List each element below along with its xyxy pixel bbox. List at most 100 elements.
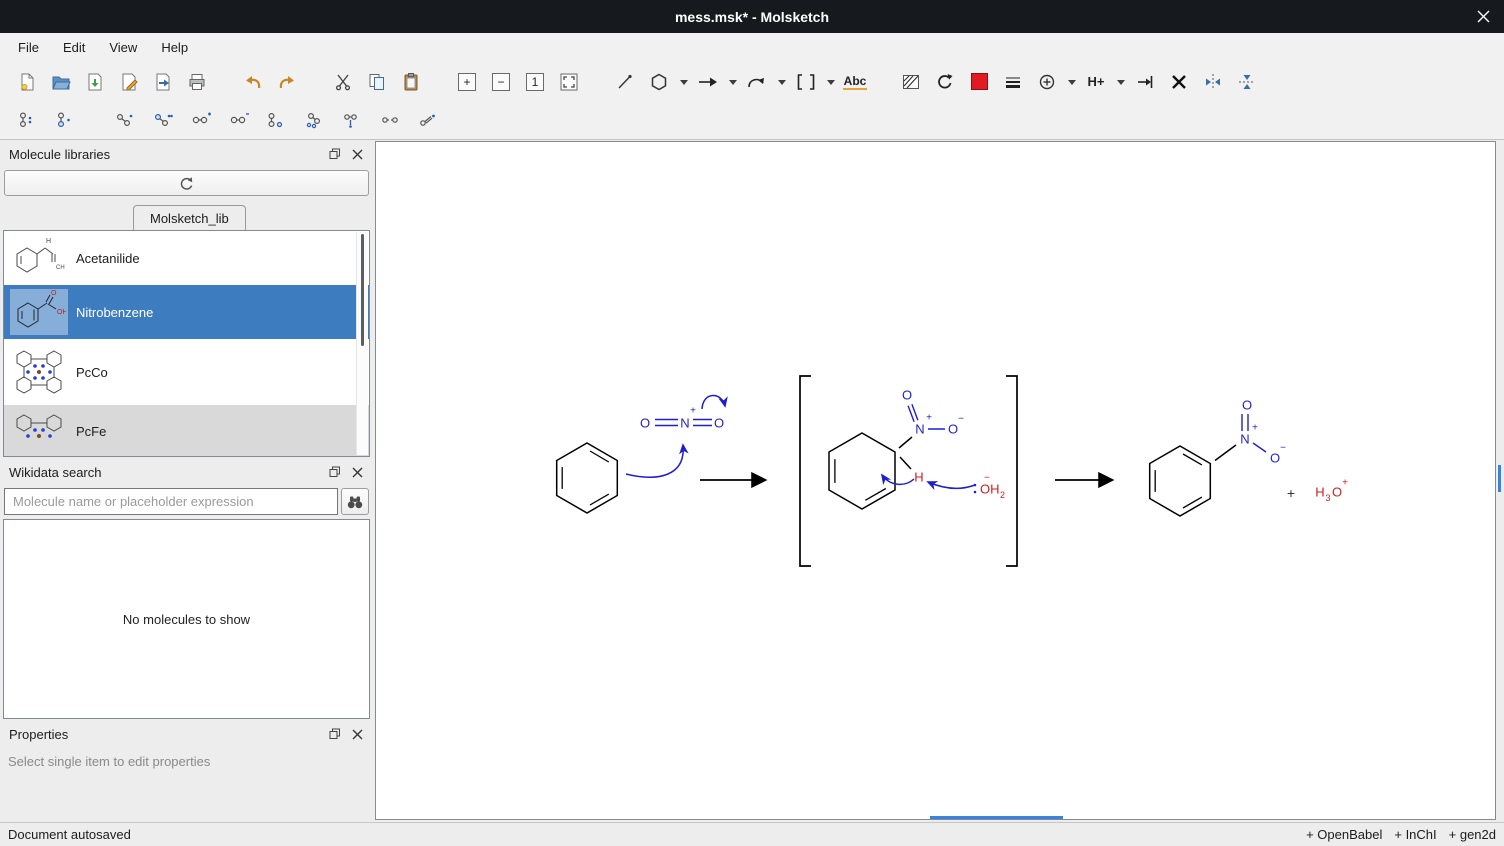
nitro-group-intermediate[interactable]: O N + O − bbox=[899, 388, 964, 449]
delete-tool[interactable] bbox=[1162, 67, 1196, 97]
benzene-reactant[interactable] bbox=[557, 443, 618, 513]
bracket-right[interactable] bbox=[1006, 376, 1017, 566]
modify-bond-order-tool[interactable] bbox=[410, 105, 448, 135]
merge-molecules-tool[interactable] bbox=[1128, 67, 1162, 97]
library-list-scrollbar[interactable] bbox=[356, 232, 368, 455]
reaction-arrow-tool[interactable] bbox=[691, 67, 725, 97]
modify-radical-add-tool[interactable] bbox=[106, 105, 144, 135]
paste-button[interactable] bbox=[394, 67, 428, 97]
wikidata-float-button[interactable] bbox=[328, 465, 342, 479]
bracket-tool[interactable] bbox=[789, 67, 823, 97]
ring-tool[interactable] bbox=[642, 67, 676, 97]
libraries-close-button[interactable] bbox=[350, 147, 364, 161]
menu-help[interactable]: Help bbox=[149, 35, 200, 60]
mechanism-arrow-pi-shift[interactable] bbox=[702, 395, 725, 409]
flip-vertical-button[interactable] bbox=[1230, 67, 1264, 97]
modify-lone-pair-add-tool[interactable] bbox=[8, 105, 46, 135]
ring-tool-dropdown[interactable] bbox=[676, 67, 691, 97]
mechanism-arrow-dropdown[interactable] bbox=[774, 67, 789, 97]
save-button[interactable] bbox=[78, 67, 112, 97]
mechanism-arrow-tool[interactable] bbox=[740, 67, 774, 97]
menu-edit[interactable]: Edit bbox=[51, 35, 97, 60]
atom-label-h[interactable]: H bbox=[1315, 485, 1324, 500]
zoom-original-button[interactable]: 1 bbox=[518, 67, 552, 97]
hydronium-ion[interactable]: H 3 O + bbox=[1315, 478, 1348, 504]
atom-label-o[interactable]: O bbox=[1242, 398, 1252, 413]
molecule-search-input[interactable] bbox=[4, 488, 338, 515]
atom-label-h[interactable]: H bbox=[914, 470, 923, 485]
list-item-pcco[interactable]: PcCo bbox=[4, 339, 369, 405]
nitronium-ion[interactable]: O N + O bbox=[640, 406, 724, 431]
color-picker-button[interactable] bbox=[962, 67, 996, 97]
atom-label-oh[interactable]: OH bbox=[980, 482, 1000, 497]
copy-button[interactable] bbox=[360, 67, 394, 97]
save-as-button[interactable] bbox=[112, 67, 146, 97]
atom-label-n[interactable]: N bbox=[1240, 432, 1249, 447]
water-base[interactable]: OH 2 − bbox=[974, 473, 1005, 501]
nitrobenzene-product[interactable]: O N + O − bbox=[1150, 398, 1286, 517]
flip-horizontal-button[interactable] bbox=[1196, 67, 1230, 97]
atom-label-o[interactable]: O bbox=[1270, 451, 1280, 466]
hatch-pattern-tool[interactable] bbox=[894, 67, 928, 97]
draw-bond-tool[interactable] bbox=[608, 67, 642, 97]
text-tool[interactable]: Abc bbox=[838, 67, 872, 97]
atom-label-o[interactable]: O bbox=[902, 388, 912, 403]
list-item-acetanilide[interactable]: H CH Acetanilide bbox=[4, 231, 369, 285]
canvas-vertical-scrollbar[interactable] bbox=[1498, 465, 1501, 492]
window-close-button[interactable] bbox=[1476, 9, 1491, 24]
mechanism-arrow-attack[interactable] bbox=[626, 445, 683, 477]
arenium-intermediate[interactable]: O N + O − H OH 2 − bbox=[800, 376, 1017, 566]
zoom-fit-button[interactable] bbox=[552, 67, 586, 97]
modify-connect-tool[interactable] bbox=[334, 105, 372, 135]
zoom-out-button[interactable]: − bbox=[484, 67, 518, 97]
line-width-tool[interactable] bbox=[996, 67, 1030, 97]
charge-tool[interactable] bbox=[1030, 67, 1064, 97]
modify-hydrogen-remove-tool[interactable] bbox=[296, 105, 334, 135]
hydrogen-tool-dropdown[interactable] bbox=[1113, 67, 1128, 97]
drawing-canvas[interactable]: O N + O O bbox=[375, 141, 1496, 820]
scrollbar-thumb[interactable] bbox=[361, 234, 364, 346]
menu-file[interactable]: File bbox=[6, 35, 51, 60]
list-item-nitrobenzene[interactable]: O OH Nitrobenzene bbox=[4, 285, 369, 339]
zoom-in-button[interactable]: + bbox=[450, 67, 484, 97]
atom-label-o[interactable]: O bbox=[948, 422, 958, 437]
atom-label-o[interactable]: O bbox=[1332, 485, 1342, 500]
properties-close-button[interactable] bbox=[350, 727, 364, 741]
modify-disconnect-tool[interactable] bbox=[372, 105, 410, 135]
rotate-tool[interactable] bbox=[928, 67, 962, 97]
list-item-pcfe[interactable]: PcFe bbox=[4, 405, 369, 457]
atom-label-o[interactable]: O bbox=[714, 416, 724, 431]
export-button[interactable] bbox=[146, 67, 180, 97]
modify-radical-remove-tool[interactable] bbox=[144, 105, 182, 135]
libraries-float-button[interactable] bbox=[328, 147, 342, 161]
open-file-button[interactable] bbox=[44, 67, 78, 97]
hydrogen-tool[interactable]: H+ bbox=[1079, 67, 1113, 97]
atom-label-n[interactable]: N bbox=[680, 416, 689, 431]
modify-lone-pair-remove-tool[interactable] bbox=[46, 105, 84, 135]
properties-float-button[interactable] bbox=[328, 727, 342, 741]
refresh-libraries-button[interactable] bbox=[4, 170, 369, 196]
wikidata-close-button[interactable] bbox=[350, 465, 364, 479]
mechanism-arrow-deprotonation[interactable] bbox=[928, 482, 975, 488]
modify-charge-remove-tool[interactable] bbox=[220, 105, 258, 135]
undo-button[interactable] bbox=[236, 67, 270, 97]
reaction-arrow-dropdown[interactable] bbox=[725, 67, 740, 97]
modify-hydrogen-add-tool[interactable] bbox=[258, 105, 296, 135]
product-ring[interactable] bbox=[1150, 446, 1211, 516]
menu-view[interactable]: View bbox=[97, 35, 149, 60]
print-button[interactable] bbox=[180, 67, 214, 97]
atom-label-n[interactable]: N bbox=[915, 422, 924, 437]
atom-label-o[interactable]: O bbox=[640, 416, 650, 431]
cut-button[interactable] bbox=[326, 67, 360, 97]
redo-button[interactable] bbox=[270, 67, 304, 97]
bracket-tool-dropdown[interactable] bbox=[823, 67, 838, 97]
canvas-horizontal-scrollbar[interactable] bbox=[930, 816, 1063, 819]
arenium-ring[interactable] bbox=[829, 433, 895, 509]
search-button[interactable] bbox=[341, 488, 369, 515]
charge-tool-dropdown[interactable] bbox=[1064, 67, 1079, 97]
modify-charge-add-tool[interactable] bbox=[182, 105, 220, 135]
tab-molsketch-lib[interactable]: Molsketch_lib bbox=[133, 205, 246, 230]
bracket-left[interactable] bbox=[800, 376, 811, 566]
mechanism-arrow-rearomatize[interactable] bbox=[882, 475, 914, 484]
new-file-button[interactable] bbox=[10, 67, 44, 97]
